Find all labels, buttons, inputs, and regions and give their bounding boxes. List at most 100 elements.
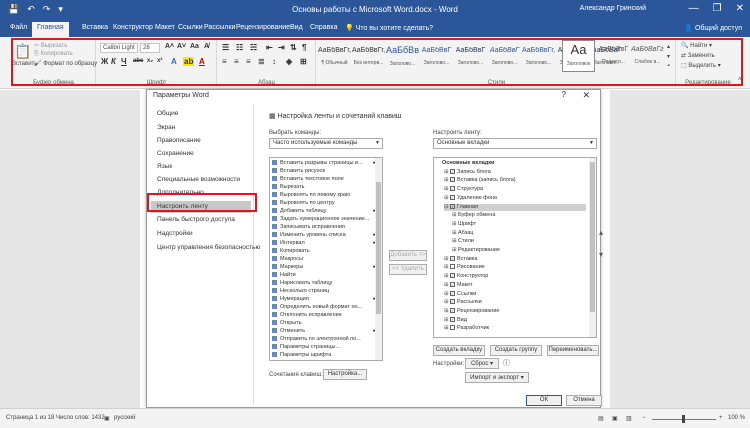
reset-button[interactable]: Сброс ▾ xyxy=(465,358,499,369)
move-up-icon[interactable]: ▴ xyxy=(599,228,603,237)
import-export-button[interactable]: Импорт и экспорт ▾ xyxy=(465,372,529,383)
zoom-out-icon[interactable]: − xyxy=(642,415,646,421)
tab-checkbox[interactable] xyxy=(450,325,455,331)
zoom-in-icon[interactable]: + xyxy=(719,415,723,421)
ribbon-tree-item[interactable]: ⊟ ✓ Главная xyxy=(444,203,586,211)
ribbon-tree-item[interactable]: ⊞ ✓ Вид xyxy=(444,317,586,324)
ribbon-tree-item[interactable]: ⊞ ✓ Вставка (запись блога) xyxy=(444,177,586,184)
nav-language[interactable]: Язык xyxy=(157,163,172,170)
command-item[interactable]: Найти xyxy=(272,272,376,279)
tab-view[interactable]: Вид xyxy=(290,24,303,31)
customize-ribbon-dropdown[interactable]: Основные вкладки ▼ xyxy=(433,138,597,149)
command-item[interactable]: Отменить▸ xyxy=(272,328,376,335)
nav-trust-center[interactable]: Центр управления безопасностью xyxy=(157,244,260,251)
tab-checkbox[interactable]: ✓ xyxy=(450,316,455,322)
tab-checkbox[interactable]: ✓ xyxy=(450,290,455,296)
command-item[interactable]: Задать нумерационное значение... xyxy=(272,216,376,223)
ribbon-tree-item[interactable]: ⊞ ✓ Структура xyxy=(444,186,586,193)
ribbon-tree-item[interactable]: ⊞ ✓ Запись блога xyxy=(444,169,586,176)
tab-mailings[interactable]: Рассылки xyxy=(204,24,235,31)
print-layout-icon[interactable]: ▣ xyxy=(612,415,618,422)
ribbon-tree-item[interactable]: ⊞Буфер обмена xyxy=(452,212,586,219)
ribbon-tree-item[interactable]: ⊞ ✓ Ссылки xyxy=(444,291,586,298)
command-item[interactable]: Вставить текстовое поле xyxy=(272,176,376,183)
tab-home[interactable]: Главная xyxy=(32,22,69,37)
tree-scrollbar[interactable] xyxy=(589,158,596,337)
nav-quick-access-toolbar[interactable]: Панель быстрого доступа xyxy=(157,216,235,223)
ribbon-tree-item[interactable]: ⊞ ✓ Макет xyxy=(444,282,586,289)
tab-layout[interactable]: Макет xyxy=(155,24,175,31)
tab-checkbox[interactable]: ✓ xyxy=(450,186,455,192)
close-window-button[interactable]: ✕ xyxy=(736,3,744,14)
tab-checkbox[interactable]: ✓ xyxy=(450,299,455,305)
nav-accessibility[interactable]: Специальные возможности xyxy=(157,176,240,183)
command-item[interactable]: Определить новый формат но... xyxy=(272,304,376,311)
tab-checkbox[interactable]: ✓ xyxy=(450,255,455,261)
tab-insert[interactable]: Вставка xyxy=(82,24,108,31)
proofing-icon[interactable]: ▣ xyxy=(104,415,110,422)
ribbon-tree-item[interactable]: ⊞Стили xyxy=(452,238,586,245)
tab-design[interactable]: Конструктор xyxy=(113,24,153,31)
web-layout-icon[interactable]: ▥ xyxy=(626,415,632,422)
choose-commands-dropdown[interactable]: Часто используемые команды ▼ xyxy=(269,138,383,149)
command-item[interactable]: Вставить рисунок xyxy=(272,168,376,175)
command-item[interactable]: Отклонить исправление xyxy=(272,312,376,319)
command-item[interactable]: Вставить разрывы страницы и...▸ xyxy=(272,160,376,167)
command-item[interactable]: Маркеры▸ xyxy=(272,264,376,271)
command-item[interactable]: Отправить по электронной по... xyxy=(272,336,376,343)
ribbon-tree-item[interactable]: Основные вкладки xyxy=(436,160,586,167)
tab-checkbox[interactable]: ✓ xyxy=(450,307,455,313)
command-item[interactable]: Добавить таблицу▸ xyxy=(272,208,376,215)
ribbon-tree[interactable]: Основные вкладки ⊞ ✓ Запись блога ⊞ ✓ Вставка … xyxy=(433,157,597,338)
ok-button[interactable]: ОК xyxy=(526,395,562,406)
language[interactable]: русский xyxy=(114,415,136,421)
commands-list[interactable]: Вставить разрывы страницы и...▸Вставить … xyxy=(269,157,383,361)
help-icon[interactable]: ? xyxy=(562,90,566,99)
command-item[interactable]: Выровнять по левому краю xyxy=(272,192,376,199)
ribbon-tree-item[interactable]: ⊞ Разработчик xyxy=(444,325,586,332)
ribbon-tree-item[interactable]: ⊞ ✓ Удаление фона xyxy=(444,195,586,202)
page-count[interactable]: Страница 1 из 18 xyxy=(6,415,54,421)
tab-checkbox[interactable]: ✓ xyxy=(450,194,455,200)
command-item[interactable]: Выровнять по центру xyxy=(272,200,376,207)
new-group-button[interactable]: Создать группу xyxy=(490,345,542,356)
ribbon-tree-item[interactable]: ⊞Редактирование xyxy=(452,247,586,254)
tab-checkbox[interactable]: ✓ xyxy=(450,203,455,209)
tab-review[interactable]: Рецензирование xyxy=(236,24,290,31)
ribbon-tree-item[interactable]: ⊞ ✓ Конструктор xyxy=(444,273,586,280)
read-mode-icon[interactable]: ▤ xyxy=(598,415,604,422)
keyboard-shortcuts-button[interactable]: Настройка... xyxy=(323,369,367,380)
rename-button[interactable]: Переименовать... xyxy=(547,345,599,356)
command-item[interactable]: Параметры страницы... xyxy=(272,344,376,351)
cancel-button[interactable]: Отмена xyxy=(566,395,602,406)
restore-button[interactable]: ❐ xyxy=(713,3,722,14)
command-item[interactable]: Изменить уровень списка▸ xyxy=(272,232,376,239)
ribbon-tree-item[interactable]: ⊞Шрифт xyxy=(452,221,586,228)
ribbon-tree-item[interactable]: ⊞ ✓ Вставка xyxy=(444,256,586,263)
command-item[interactable]: Макросы xyxy=(272,256,376,263)
commands-scroll-thumb[interactable] xyxy=(376,182,381,314)
ribbon-tree-item[interactable]: ⊞ ✓ Рецензирование xyxy=(444,308,586,315)
command-item[interactable]: Вырезать xyxy=(272,184,376,191)
share-button[interactable]: 👤 Общий доступ xyxy=(684,24,742,32)
command-item[interactable]: Записывать исправления xyxy=(272,224,376,231)
command-item[interactable]: Копировать xyxy=(272,248,376,255)
commands-scrollbar[interactable] xyxy=(375,158,382,360)
nav-save[interactable]: Сохранение xyxy=(157,150,194,157)
command-item[interactable]: Нарисовать таблицу xyxy=(272,280,376,287)
tab-checkbox[interactable]: ✓ xyxy=(450,177,455,183)
zoom-thumb[interactable] xyxy=(682,415,685,423)
ribbon-tree-item[interactable]: ⊞ ✓ Рассылки xyxy=(444,299,586,306)
tab-checkbox[interactable]: ✓ xyxy=(450,168,455,174)
command-item[interactable]: Открыть xyxy=(272,320,376,327)
new-tab-button[interactable]: Создать вкладку xyxy=(433,345,485,356)
word-count[interactable]: Число слов: 1432 xyxy=(56,415,105,421)
remove-button[interactable]: << Удалить xyxy=(389,264,427,275)
move-down-icon[interactable]: ▾ xyxy=(599,250,603,259)
add-button[interactable]: Добавить >> xyxy=(389,250,427,261)
nav-display[interactable]: Экран xyxy=(157,124,175,131)
tab-references[interactable]: Ссылки xyxy=(178,24,203,31)
tell-me-box[interactable]: 💡 Что вы хотите сделать? xyxy=(345,24,433,32)
tab-file[interactable]: Файл xyxy=(10,24,27,31)
tree-scroll-thumb[interactable] xyxy=(590,162,595,312)
